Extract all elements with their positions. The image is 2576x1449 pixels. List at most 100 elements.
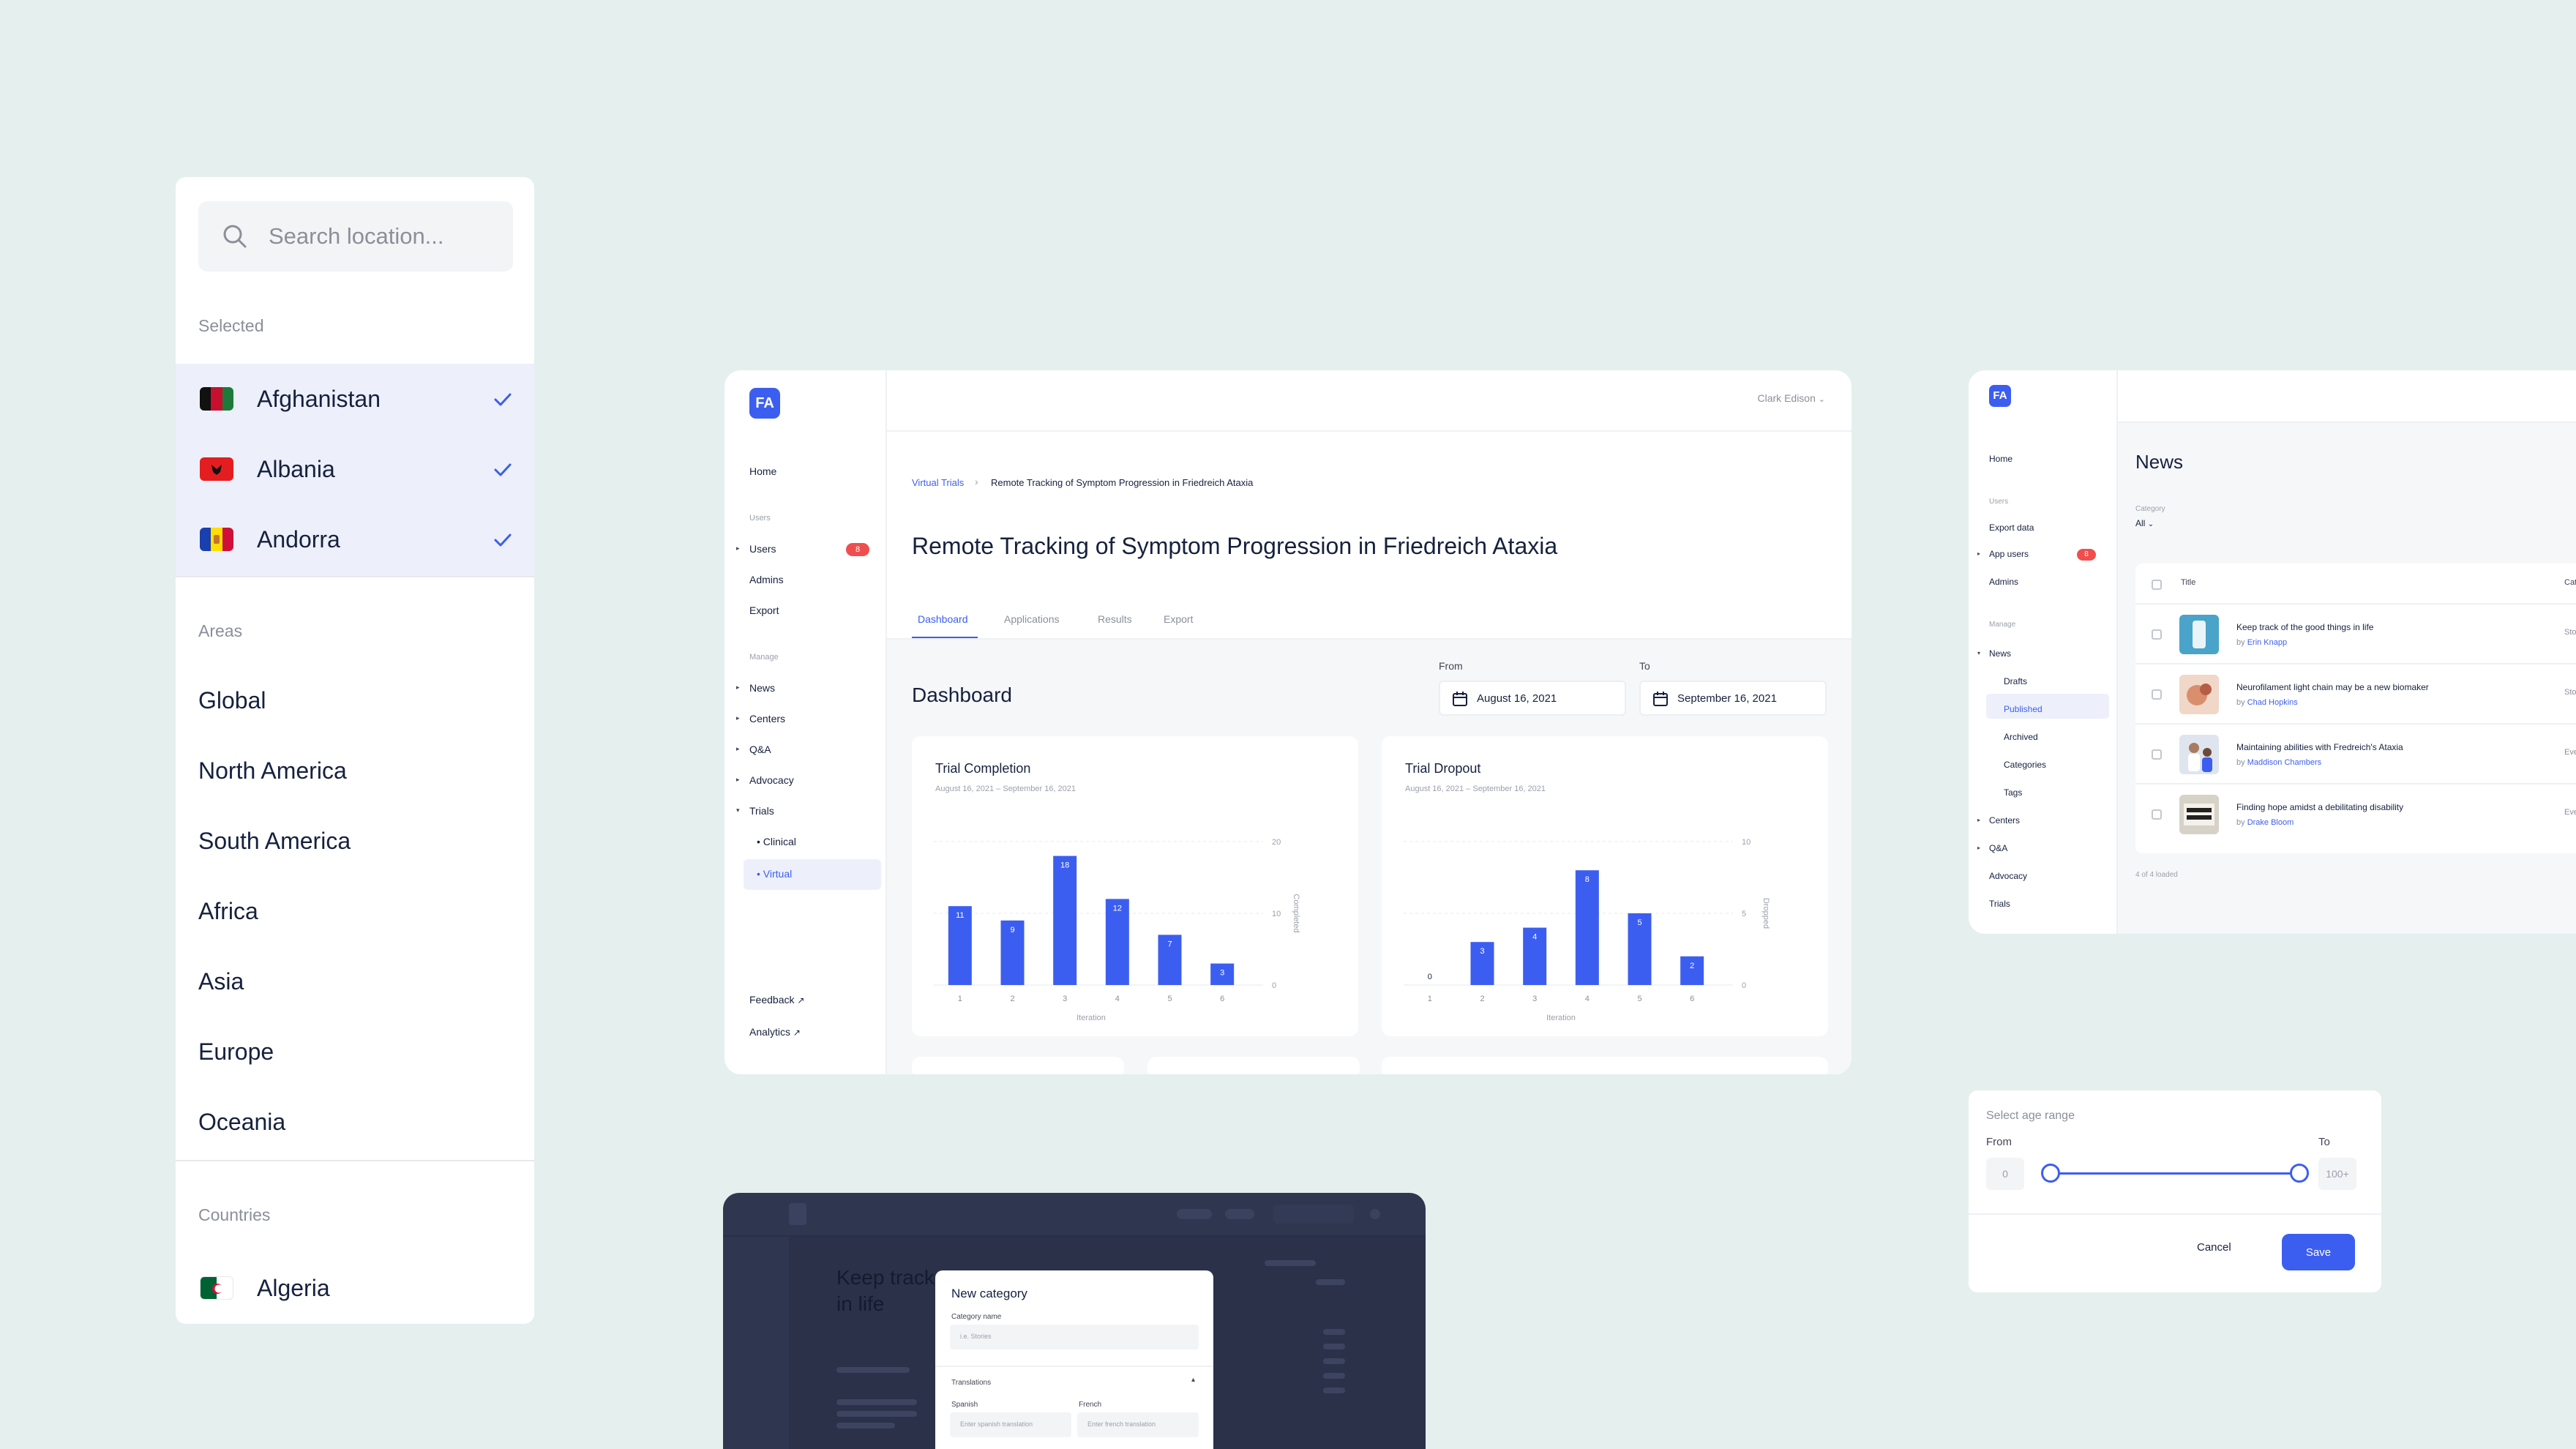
author-link[interactable]: Erin Knapp (2247, 638, 2287, 647)
breadcrumb-parent[interactable]: Virtual Trials (912, 477, 964, 488)
min-age-input[interactable]: 0 (1986, 1158, 2024, 1190)
sidebar-item-virtual[interactable]: • Virtual (757, 868, 792, 880)
table-row[interactable]: Keep track of the good things in life by… (2135, 603, 2576, 663)
y-tick-label: 0 (1742, 981, 1746, 990)
area-item-oceania[interactable]: Oceania (198, 1109, 285, 1136)
fa-logo[interactable]: FA (1989, 385, 2011, 407)
user-menu[interactable]: Clark Edison ⌄ (1758, 392, 1825, 404)
list-item-algeria[interactable]: Algeria (176, 1253, 534, 1323)
article-title-text: in life (836, 1292, 885, 1315)
tab-dashboard[interactable]: Dashboard (918, 613, 968, 625)
article-title[interactable]: Neurofilament light chain may be a new b… (2236, 682, 2429, 692)
sidebar-item-archived[interactable]: Archived (2004, 732, 2038, 742)
article-title[interactable]: Keep track of the good things in life (2236, 622, 2373, 632)
author-link[interactable]: Chad Hopkins (2247, 698, 2298, 707)
sidebar-item-advocacy[interactable]: Advocacy (749, 774, 794, 786)
sidebar-item-trials[interactable]: Trials (1989, 899, 2010, 909)
area-item-north-america[interactable]: North America (198, 757, 347, 785)
sidebar-item-clinical[interactable]: • Clinical (757, 836, 796, 847)
sidebar-heading-users: Users (1989, 498, 2009, 506)
row-checkbox[interactable] (2152, 749, 2162, 760)
country-name: Andorra (257, 526, 340, 553)
sidebar-item-news[interactable]: News (749, 682, 775, 694)
fa-logo[interactable]: FA (749, 388, 780, 419)
category-dropdown[interactable]: All ⌄ (2135, 518, 2154, 528)
more-icon[interactable] (1370, 1209, 1380, 1219)
table-header: Title Cat (2135, 564, 2576, 603)
tab-results[interactable]: Results (1098, 613, 1132, 625)
tab-export[interactable]: Export (1164, 613, 1193, 625)
category-name-input[interactable]: i.e. Stories (950, 1325, 1199, 1349)
spanish-translation-input[interactable]: Enter spanish translation (950, 1412, 1071, 1437)
author-link[interactable]: Drake Bloom (2247, 818, 2294, 827)
sidebar-item-advocacy[interactable]: Advocacy (1989, 871, 2027, 881)
search-placeholder: Search location... (269, 223, 444, 249)
sidebar-item-users[interactable]: Users (749, 543, 776, 555)
list-item-afghanistan[interactable]: Afghanistan (176, 364, 534, 434)
sidebar-item-centers[interactable]: Centers (749, 713, 785, 724)
sidebar-item-qa[interactable]: Q&A (1989, 843, 2007, 853)
age-range-dialog: Select age range From To 0 100+ Cancel S… (1969, 1090, 2381, 1292)
sidebar: FA Home Users ▸ Users 8 Admins Export Ma… (724, 370, 887, 1074)
sidebar-item-home[interactable]: Home (749, 465, 776, 477)
sidebar-item-drafts[interactable]: Drafts (2004, 676, 2027, 686)
x-tick-label: 4 (1115, 995, 1120, 1003)
search-box[interactable]: Search location... (198, 201, 513, 272)
chevron-up-icon[interactable]: ▴ (1191, 1376, 1195, 1384)
area-item-global[interactable]: Global (198, 687, 266, 714)
row-checkbox[interactable] (2152, 809, 2162, 820)
list-item-andorra[interactable]: Andorra (176, 504, 534, 574)
author-link[interactable]: Maddison Chambers (2247, 758, 2322, 767)
sidebar-item-app-users[interactable]: App users (1989, 549, 2029, 559)
range-max-handle[interactable] (2290, 1164, 2309, 1183)
sidebar-item-centers[interactable]: Centers (1989, 815, 2020, 825)
sidebar-heading-manage: Manage (749, 653, 779, 662)
from-date-picker[interactable]: August 16, 2021 (1439, 681, 1626, 716)
area-item-africa[interactable]: Africa (198, 898, 258, 925)
sidebar-item-export-data[interactable]: Export data (1989, 523, 2034, 533)
cancel-button[interactable]: Cancel (2197, 1241, 2231, 1254)
sidebar-item-home[interactable]: Home (1989, 454, 2012, 464)
x-tick-label: 6 (1220, 995, 1224, 1003)
article-title[interactable]: Finding hope amidst a debilitating disab… (2236, 802, 2403, 812)
sidebar-item-news[interactable]: News (1989, 648, 2011, 659)
sidebar-heading-manage: Manage (1989, 621, 2016, 629)
sidebar-item-admins[interactable]: Admins (1989, 577, 2018, 587)
toolbar-button[interactable] (1273, 1205, 1354, 1224)
trial-dashboard-window: FA Home Users ▸ Users 8 Admins Export Ma… (724, 370, 1852, 1074)
range-min-handle[interactable] (2041, 1164, 2060, 1183)
table-row[interactable]: Maintaining abilities with Fredreich's A… (2135, 723, 2576, 783)
sidebar-item-feedback[interactable]: Feedback ↗ (749, 994, 804, 1006)
row-checkbox[interactable] (2152, 689, 2162, 700)
x-tick-label: 2 (1480, 995, 1484, 1003)
list-item-albania[interactable]: Albania (176, 434, 534, 504)
input-placeholder: i.e. Stories (960, 1333, 992, 1340)
article-title[interactable]: Maintaining abilities with Fredreich's A… (2236, 742, 2403, 752)
toolbar-button[interactable] (1177, 1209, 1212, 1219)
category-label: Category (2135, 505, 2165, 513)
sidebar-item-published[interactable]: Published (2004, 704, 2043, 714)
area-item-south-america[interactable]: South America (198, 828, 351, 855)
sidebar-item-trials[interactable]: Trials (749, 805, 774, 817)
sidebar-item-categories[interactable]: Categories (2004, 760, 2046, 770)
sidebar-item-analytics[interactable]: Analytics ↗ (749, 1026, 801, 1038)
row-checkbox[interactable] (2152, 629, 2162, 640)
sidebar-item-admins[interactable]: Admins (749, 574, 784, 585)
table-row[interactable]: Finding hope amidst a debilitating disab… (2135, 783, 2576, 843)
area-item-asia[interactable]: Asia (198, 968, 244, 995)
save-button[interactable]: Save (2282, 1234, 2355, 1270)
to-date-picker[interactable]: September 16, 2021 (1639, 681, 1827, 716)
afghanistan-flag-icon (200, 387, 233, 411)
sidebar-item-tags[interactable]: Tags (2004, 787, 2022, 798)
y-tick-label: 0 (1272, 981, 1276, 990)
area-item-europe[interactable]: Europe (198, 1038, 274, 1066)
tab-applications[interactable]: Applications (1004, 613, 1060, 625)
sidebar-item-export[interactable]: Export (749, 604, 779, 616)
sidebar-item-qa[interactable]: Q&A (749, 744, 771, 755)
caret-down-icon: ▾ (736, 806, 740, 814)
select-all-checkbox[interactable] (2152, 580, 2162, 590)
french-translation-input[interactable]: Enter french translation (1077, 1412, 1199, 1437)
max-age-input[interactable]: 100+ (2318, 1158, 2356, 1190)
toolbar-button[interactable] (1225, 1209, 1254, 1219)
table-row[interactable]: Neurofilament light chain may be a new b… (2135, 663, 2576, 723)
